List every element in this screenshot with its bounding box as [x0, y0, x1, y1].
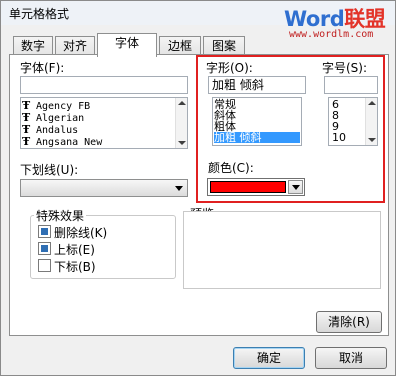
strikethrough-checkbox[interactable]: [38, 225, 51, 238]
tab-border[interactable]: 边框: [159, 36, 201, 56]
tab-bar: 数字 对齐 字体 边框 图案: [9, 33, 389, 57]
font-style-label: 字形(O):: [206, 61, 253, 75]
watermark-brand-left: Word: [284, 7, 345, 31]
font-style-input[interactable]: 加粗 倾斜: [208, 76, 306, 94]
font-size-item[interactable]: 10: [332, 132, 346, 143]
color-label: 颜色(C):: [208, 161, 254, 175]
truetype-icon: Ŧ: [22, 123, 31, 136]
truetype-icon: Ŧ: [22, 99, 31, 112]
font-list[interactable]: Ŧ Agency FB Ŧ Algerian Ŧ Andalus Ŧ Angsana N…: [20, 97, 188, 149]
format-cells-dialog: 单元格格式 Word联盟 www.wordlm.com 数字 对齐 字体 边框 …: [0, 0, 396, 376]
scroll-up-icon[interactable]: [368, 101, 376, 105]
color-select[interactable]: [207, 178, 305, 196]
font-style-item-selected[interactable]: 加粗 倾斜: [214, 132, 300, 143]
font-label: 字体(F):: [20, 61, 65, 75]
preview-box: [183, 211, 381, 289]
scroll-down-icon[interactable]: [368, 138, 376, 142]
font-list-item[interactable]: Ŧ Angsana New: [22, 135, 102, 148]
tab-patterns[interactable]: 图案: [203, 36, 245, 56]
strikethrough-label[interactable]: 删除线(K): [54, 224, 107, 241]
color-swatch: [210, 181, 286, 193]
tab-alignment[interactable]: 对齐: [55, 36, 95, 56]
tab-font[interactable]: 字体: [97, 33, 157, 57]
underline-label: 下划线(U):: [20, 163, 79, 177]
superscript-label[interactable]: 上标(E): [54, 241, 95, 258]
font-list-scrollbar[interactable]: [175, 98, 187, 148]
font-size-list[interactable]: 6 8 9 10: [328, 97, 378, 146]
font-tab-panel: 字体(F): Ŧ Agency FB Ŧ Algerian Ŧ Andalus Ŧ An…: [9, 54, 389, 336]
font-list-item[interactable]: Ŧ Algerian: [22, 111, 84, 124]
tab-number[interactable]: 数字: [13, 36, 53, 56]
underline-select[interactable]: [20, 179, 188, 197]
clear-button[interactable]: 清除(R): [316, 311, 382, 333]
dropdown-arrow-icon[interactable]: [288, 180, 303, 194]
font-size-label: 字号(S):: [322, 61, 368, 75]
superscript-checkbox[interactable]: [38, 242, 51, 255]
title-bar: 单元格格式 Word联盟: [1, 1, 395, 31]
scroll-up-icon[interactable]: [178, 101, 186, 105]
font-list-item[interactable]: Ŧ Andalus: [22, 123, 78, 136]
subscript-label[interactable]: 下标(B): [54, 258, 96, 275]
truetype-icon: Ŧ: [22, 111, 31, 124]
scroll-down-icon[interactable]: [178, 141, 186, 145]
font-input[interactable]: [20, 76, 188, 94]
font-size-input[interactable]: [324, 76, 378, 94]
truetype-icon: Ŧ: [22, 135, 31, 148]
cancel-button[interactable]: 取消: [315, 347, 387, 369]
font-style-list[interactable]: 常规 斜体 粗体 加粗 倾斜: [212, 97, 302, 146]
watermark-brand-right: 联盟: [344, 7, 386, 31]
font-list-item[interactable]: Ŧ Agency FB: [22, 99, 90, 112]
subscript-checkbox[interactable]: [38, 259, 51, 272]
effects-group-title: 特殊效果: [34, 207, 87, 224]
window-title: 单元格格式: [9, 7, 70, 21]
dropdown-arrow-icon[interactable]: [171, 180, 187, 196]
ok-button[interactable]: 确定: [233, 347, 305, 369]
font-size-scrollbar[interactable]: [365, 98, 377, 145]
